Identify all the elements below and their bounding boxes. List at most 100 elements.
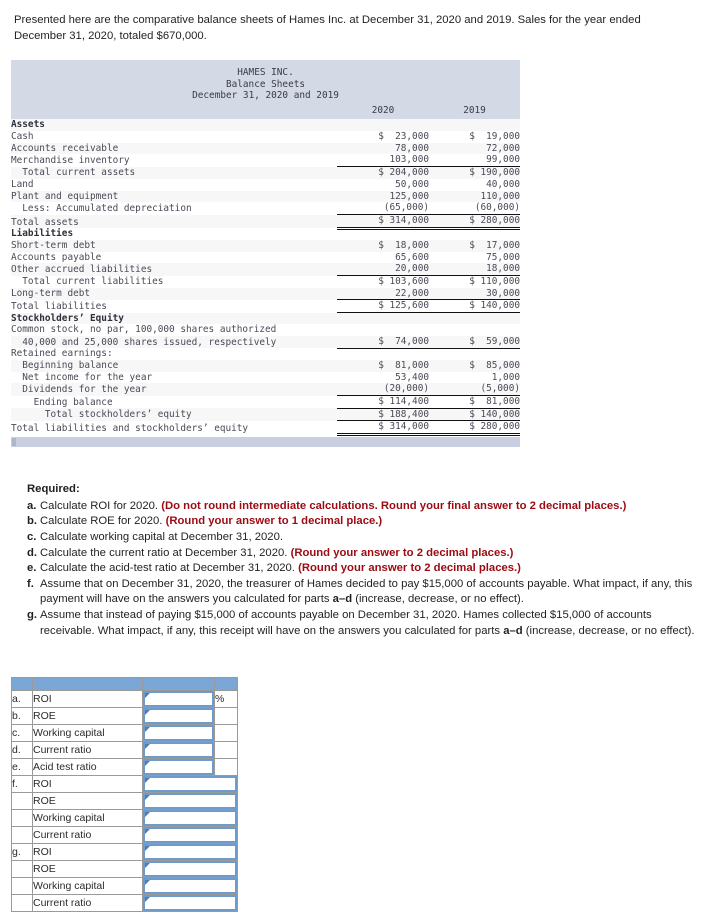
- balance-sheet-row: Ending balance $ 114,400 $ 81,000: [11, 395, 520, 409]
- required-item: d. Calculate the current ratio at Decembe…: [27, 546, 699, 562]
- answer-input-cell[interactable]: [142, 724, 215, 743]
- bs-row-value-2019: [429, 119, 520, 131]
- bs-row-label: Land: [11, 178, 34, 190]
- bs-row-value-2019: $ 190,000: [469, 167, 520, 179]
- horizontal-scrollbar[interactable]: [11, 436, 520, 448]
- bs-row-label: Assets: [11, 119, 45, 131]
- balance-sheet-row: Common stock, no par, 100,000 shares aut…: [11, 324, 520, 337]
- bs-row-label: Long-term debt: [11, 288, 91, 300]
- answer-row-letter: d.: [11, 741, 33, 760]
- answer-row-letter: e.: [11, 758, 33, 777]
- answer-input-field[interactable]: [143, 895, 237, 912]
- answer-input-cell[interactable]: [142, 741, 215, 760]
- balance-sheet-table: Assets Cash $ 23,000 $ 19,000 Accounts recei…: [11, 119, 520, 437]
- answer-input-field[interactable]: [143, 878, 237, 895]
- required-item-letter: d.: [27, 546, 38, 559]
- answer-row-letter: [11, 826, 33, 845]
- bs-row-value-2019: 1,000: [491, 371, 520, 383]
- answer-input-cell[interactable]: [142, 843, 238, 862]
- bs-row-value-2019: $ 85,000: [469, 359, 520, 371]
- answer-input-cell[interactable]: [142, 809, 238, 828]
- balance-sheet-row: Total stockholders’ equity $ 188,400 $ 140…: [11, 408, 520, 422]
- answer-table-row: Current ratio: [11, 826, 238, 845]
- required-item-text: Calculate ROI for 2020.: [40, 499, 162, 512]
- required-item: e. Calculate the acid-test ratio at Decem…: [27, 561, 699, 577]
- answer-input-field[interactable]: [143, 742, 214, 759]
- bs-row-label: Total liabilities and stockholders’ equi…: [11, 422, 249, 434]
- answer-input-cell[interactable]: [142, 690, 215, 709]
- bs-row-label: Liabilities: [11, 228, 74, 240]
- answer-table-row: b. ROE: [11, 707, 238, 726]
- answer-row-label: ROE: [32, 707, 143, 726]
- balance-sheet-row: Accounts payable 65,600 75,000: [11, 251, 520, 264]
- required-item-letter: f.: [27, 577, 34, 590]
- bs-row-value-2019: $ 19,000: [469, 131, 520, 143]
- required-item: c. Calculate working capital at December …: [27, 530, 699, 546]
- answer-input-field[interactable]: [143, 691, 214, 708]
- answer-input-field[interactable]: [143, 725, 214, 742]
- bs-row-label: Short-term debt: [11, 239, 96, 251]
- answer-input-field[interactable]: [143, 810, 237, 827]
- balance-sheet-row: Short-term debt $ 18,000 $ 17,000: [11, 239, 520, 252]
- answer-input-cell[interactable]: [142, 792, 238, 811]
- bs-row-value-2020: $ 314,000: [337, 420, 429, 437]
- bs-row-label: Total stockholders’ equity: [11, 409, 192, 421]
- header-cell-letter: [11, 677, 33, 692]
- header-cell-unit: [214, 677, 238, 692]
- bs-row-value-2019: 75,000: [486, 251, 520, 263]
- required-item-text: Calculate the current ratio at December …: [40, 546, 291, 559]
- required-item-letter: g.: [27, 608, 38, 621]
- answer-row-label: Acid test ratio: [32, 758, 143, 777]
- answer-input-field[interactable]: [143, 844, 237, 861]
- bs-row-value-2019: $ 140,000: [429, 408, 520, 422]
- answer-table-wrap: a. ROI% b. ROE c. Working capital d. Current ra…: [11, 677, 238, 912]
- required-item: g. Assume that instead of paying $15,000 …: [27, 608, 699, 639]
- answer-row-letter: a.: [11, 690, 33, 709]
- answer-input-field[interactable]: [143, 827, 237, 844]
- answer-input-cell[interactable]: [142, 707, 215, 726]
- col-header-2020: 2020: [371, 104, 395, 116]
- bs-row-label: Accounts receivable: [11, 142, 119, 154]
- answer-row-label: Working capital: [32, 724, 143, 743]
- required-item-text: Calculate working capital at December 31…: [40, 530, 284, 543]
- required-item-letter: b.: [27, 515, 38, 528]
- answer-input-field[interactable]: [143, 708, 214, 725]
- bs-row-value-2020: 65,600: [395, 251, 429, 263]
- answer-input-cell[interactable]: [142, 894, 238, 912]
- answer-row-letter: [11, 877, 33, 896]
- bs-row-value-2020: 50,000: [395, 178, 429, 190]
- bs-row-value-2019: 18,000: [429, 263, 520, 277]
- answer-input-field[interactable]: [143, 776, 237, 793]
- answer-input-cell[interactable]: [142, 860, 238, 879]
- required-item: b. Calculate ROE for 2020. (Round your an…: [27, 514, 699, 530]
- bs-row-value-2020: (65,000): [337, 202, 429, 216]
- answer-row-label: ROI: [32, 690, 143, 709]
- answer-input-cell[interactable]: [142, 826, 238, 845]
- bs-row-value-2020: $ 125,600: [337, 299, 429, 314]
- answer-input-field[interactable]: [143, 861, 237, 878]
- statement-title: Balance Sheets: [225, 78, 306, 90]
- required-item-tail: (increase, decrease, or no effect).: [352, 593, 524, 606]
- answer-input-cell[interactable]: [142, 775, 238, 794]
- required-title: Required:: [27, 483, 80, 496]
- answer-row-label: Working capital: [32, 809, 143, 828]
- balance-sheet-row: Dividends for the year (20,000) (5,000): [11, 383, 520, 397]
- bs-row-label: Retained earnings:: [11, 348, 113, 360]
- answer-row-unit: [214, 724, 238, 743]
- answer-input-cell[interactable]: [142, 758, 215, 777]
- bs-row-label: Less: Accumulated depreciation: [11, 202, 192, 214]
- balance-sheet-row: Net income for the year 53,400 1,000: [11, 371, 520, 384]
- answer-row-letter: [11, 809, 33, 828]
- balance-sheet-row: Total liabilities $ 125,600 $ 140,000: [11, 299, 520, 314]
- bs-row-value-2019: $ 17,000: [469, 239, 520, 251]
- answer-input-cell[interactable]: [142, 877, 238, 896]
- bs-row-label: Other accrued liabilities: [11, 263, 153, 275]
- answer-row-letter: [11, 860, 33, 879]
- answer-input-field[interactable]: [143, 759, 214, 776]
- header-cell-label: [32, 677, 143, 692]
- answer-table-row: ROE: [11, 860, 238, 879]
- answer-input-field[interactable]: [143, 793, 237, 810]
- bs-row-value-2019: $ 81,000: [429, 395, 520, 409]
- answer-table-row: ROE: [11, 792, 238, 811]
- balance-sheet-block: HAMES INC. Balance Sheets December 31, 2…: [11, 60, 520, 448]
